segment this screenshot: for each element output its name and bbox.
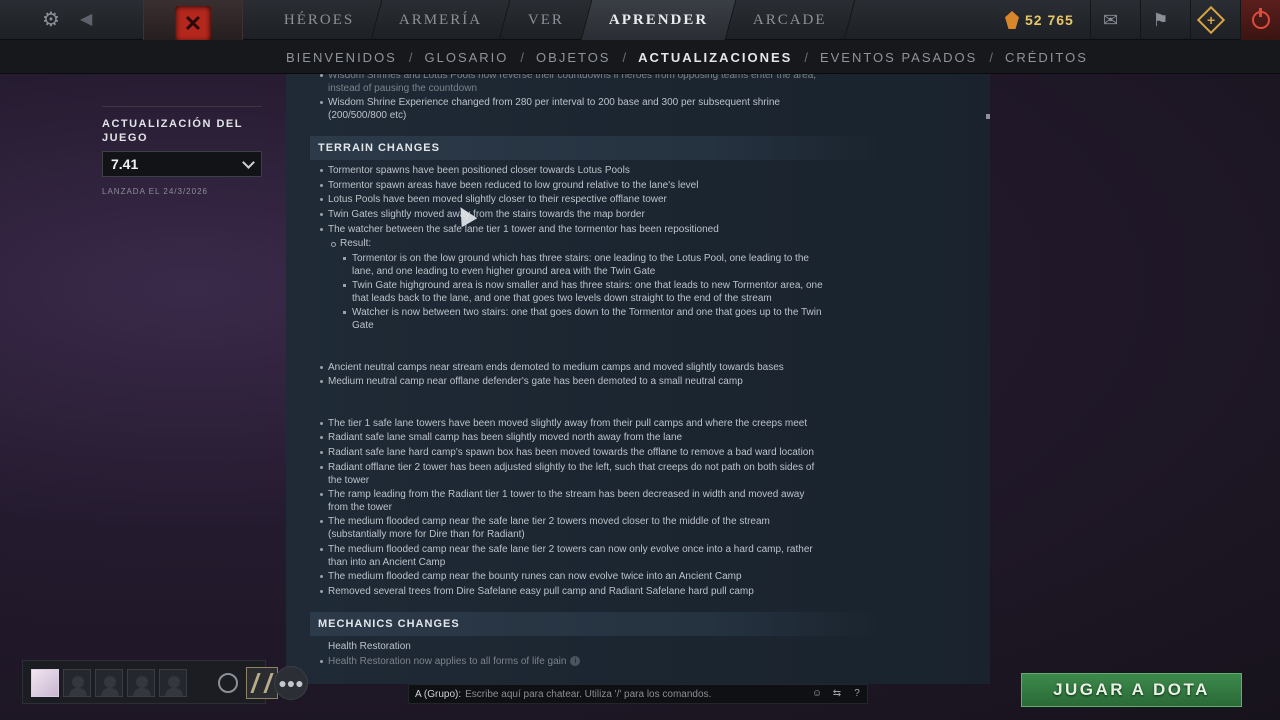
note-line: The ramp leading from the Radiant tier 1… (319, 489, 805, 500)
version-panel: ACTUALIZACIÓN DEL JUEGO 7.41 LANZADA EL … (102, 106, 262, 196)
chat-wheel-icon[interactable]: ⇆ (829, 687, 845, 701)
tab-learn[interactable]: APRENDER (581, 0, 737, 40)
tab-watch[interactable]: VER (500, 0, 592, 40)
launch-date: LANZADA EL 24/3/2026 (102, 187, 208, 196)
empty-party-slot[interactable] (159, 669, 187, 697)
note-line: (200/500/800 etc) (328, 110, 407, 121)
person-icon (104, 676, 116, 688)
settings-gear-icon[interactable]: ⚙ (40, 9, 62, 31)
subnav-credits[interactable]: CRÉDITOS (1005, 50, 1088, 65)
note-subline: Result: (330, 238, 372, 249)
note-line: Twin Gates slightly moved away from the … (320, 209, 645, 220)
exit-button[interactable] (1240, 0, 1280, 40)
mechanics-changes-header: MECHANICS CHANGES (310, 612, 880, 636)
note-line: Wisdom Shrines and Lotus Pools now rever… (319, 74, 816, 82)
friends-button[interactable]: ●●● (274, 666, 308, 700)
empty-party-slot[interactable] (127, 669, 155, 697)
play-dota-button[interactable]: JUGAR A DOTA (1021, 673, 1242, 707)
person-icon (168, 676, 180, 688)
terrain-changes-header: TERRAIN CHANGES (310, 136, 880, 160)
plus-icon: + (1196, 5, 1225, 35)
tab-arcade[interactable]: ARCADE (725, 0, 855, 40)
note-line: The tier 1 safe lane towers have been mo… (319, 418, 808, 429)
note-line: The medium flooded camp near the safe la… (320, 544, 813, 555)
note-line: Removed several trees from Dire Safelane… (320, 586, 754, 597)
note-subline: Tormentor is on the low ground which has… (343, 253, 809, 264)
note-line: Wisdom Shrine Experience changed from 28… (320, 97, 780, 108)
person-icon (136, 676, 148, 688)
version-value: 7.41 (111, 156, 139, 172)
note-line: Health Restoration now applies to all fo… (319, 655, 581, 668)
note-subline: that leads back to the lane, and one tha… (352, 293, 772, 304)
main-tabs: HÉROES ARMERÍA VER APRENDER ARCADE (256, 0, 855, 40)
note-line: than into an Ancient Camp (328, 557, 446, 568)
subnav-glossary[interactable]: GLOSARIO (424, 50, 508, 65)
chevron-down-icon (242, 155, 255, 169)
note-line: Tormentor spawns have been positioned cl… (320, 165, 630, 176)
note-subline: Twin Gate highground area is now smaller… (343, 280, 823, 291)
subnav-items[interactable]: OBJETOS (536, 50, 610, 65)
power-icon (1251, 8, 1270, 29)
person-icon (72, 676, 84, 688)
note-line: the tower (328, 475, 370, 486)
subnav-past-events[interactable]: EVENTOS PASADOS (820, 50, 977, 65)
version-dropdown[interactable]: 7.41 (102, 151, 262, 177)
note-line: Medium neutral camp near offlane defende… (320, 376, 743, 387)
note-subline: lane, and one leading to even higher gro… (352, 266, 656, 277)
tab-armory[interactable]: ARMERÍA (371, 0, 511, 40)
mail-icon[interactable]: ✉ (1090, 0, 1130, 40)
dota-logo-icon: ✕ (175, 5, 211, 42)
party-bar (22, 660, 278, 704)
note-subline: Gate (352, 320, 374, 331)
note-line: Radiant safe lane small camp has been sl… (319, 432, 683, 443)
shards-currency[interactable]: 52 765 (1005, 6, 1074, 34)
chat-input[interactable] (465, 688, 796, 700)
note-line: from the tower (328, 502, 392, 513)
back-arrow-icon[interactable]: ◀ (80, 9, 98, 31)
player-avatar[interactable] (31, 669, 59, 697)
divider (102, 106, 262, 107)
emoticon-icon[interactable]: ☺ (809, 687, 825, 701)
chat-channel-label[interactable]: A (Grupo): (415, 689, 461, 700)
note-line: (substantially more for Dire than for Ra… (328, 529, 525, 540)
shards-amount: 52 765 (1025, 12, 1074, 28)
voice-chat-headset-icon[interactable] (218, 673, 238, 693)
patch-notes-content[interactable]: Wisdom Shrines and Lotus Pools now rever… (286, 74, 990, 684)
empty-party-slot[interactable] (95, 669, 123, 697)
subnav-welcome[interactable]: BIENVENIDOS (286, 50, 397, 65)
plus-button[interactable]: + (1190, 0, 1230, 40)
subnav-updates[interactable]: ACTUALIZACIONES (638, 50, 792, 65)
note-line: Radiant safe lane hard camp's spawn box … (320, 447, 814, 458)
note-line: The watcher between the safe lane tier 1… (320, 224, 719, 235)
shard-icon (1005, 11, 1019, 29)
version-panel-title: ACTUALIZACIÓN DEL JUEGO (102, 118, 243, 144)
note-line: Tormentor spawn areas have been reduced … (319, 180, 699, 191)
tab-heroes[interactable]: HÉROES (256, 0, 383, 40)
top-navigation-bar: ⚙ ◀ ✕ HÉROES ARMERÍA VER APRENDER ARCADE… (0, 0, 1280, 48)
note-line: The medium flooded camp near the safe la… (320, 516, 770, 527)
scrollbar-thumb[interactable] (986, 114, 990, 119)
empty-party-slot[interactable] (63, 669, 91, 697)
note-line: Lotus Pools have been moved slightly clo… (320, 194, 667, 205)
note-subline: Watcher is now between two stairs: one t… (343, 307, 822, 318)
subsection-title: Health Restoration (328, 641, 411, 652)
info-icon[interactable]: i (570, 656, 581, 667)
banner-icon[interactable]: ⚑ (1140, 0, 1180, 40)
note-line: instead of pausing the countdown (328, 83, 477, 94)
note-line: The medium flooded camp near the bounty … (320, 571, 742, 582)
rank-medal-icon (250, 673, 274, 693)
note-line: Ancient neutral camps near stream ends d… (320, 362, 784, 373)
chat-bar: A (Grupo): ☺ ⇆ ? (408, 684, 868, 704)
help-icon[interactable]: ? (849, 687, 865, 701)
friends-icon: ●●● (278, 675, 304, 691)
note-line: Radiant offlane tier 2 tower has been ad… (319, 462, 815, 473)
learn-subnav: BIENVENIDOS / GLOSARIO / OBJETOS / ACTUA… (0, 40, 1280, 74)
